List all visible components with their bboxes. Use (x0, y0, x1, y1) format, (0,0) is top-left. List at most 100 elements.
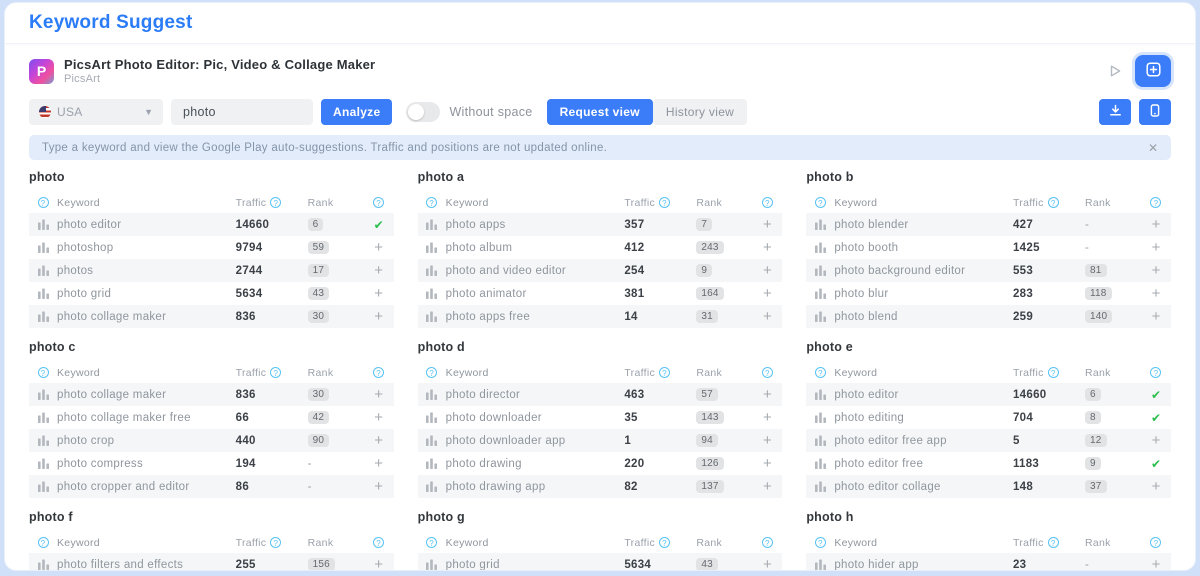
help-icon[interactable]: ? (1150, 537, 1161, 548)
help-icon[interactable]: ? (38, 197, 49, 208)
add-keyword-button[interactable]: + (374, 309, 383, 324)
help-icon[interactable]: ? (762, 367, 773, 378)
chart-bars-icon[interactable] (806, 241, 834, 254)
help-icon[interactable]: ? (270, 367, 281, 378)
help-icon[interactable]: ? (1150, 367, 1161, 378)
chart-bars-icon[interactable] (418, 287, 446, 300)
add-keyword-button[interactable]: + (1152, 286, 1161, 301)
add-keyword-button[interactable]: + (763, 456, 772, 471)
chart-bars-icon[interactable] (29, 457, 57, 470)
help-icon[interactable]: ? (762, 537, 773, 548)
history-view-button[interactable]: History view (653, 99, 747, 125)
help-icon[interactable]: ? (373, 367, 384, 378)
chart-bars-icon[interactable] (418, 310, 446, 323)
chart-bars-icon[interactable] (418, 218, 446, 231)
help-icon[interactable]: ? (659, 367, 670, 378)
close-icon[interactable]: ✕ (1148, 142, 1158, 154)
chart-bars-icon[interactable] (29, 434, 57, 447)
chart-bars-icon[interactable] (29, 241, 57, 254)
request-view-button[interactable]: Request view (547, 99, 653, 125)
without-space-toggle[interactable] (406, 102, 440, 122)
add-keyword-button[interactable]: + (374, 479, 383, 494)
add-keyword-button[interactable]: + (1152, 479, 1161, 494)
add-keyword-button[interactable]: + (763, 387, 772, 402)
chart-bars-icon[interactable] (806, 434, 834, 447)
help-icon[interactable]: ? (815, 537, 826, 548)
chart-bars-icon[interactable] (29, 558, 57, 571)
add-keyword-button[interactable]: + (374, 456, 383, 471)
chart-bars-icon[interactable] (806, 411, 834, 424)
add-keyword-button[interactable]: + (763, 479, 772, 494)
add-keyword-button[interactable]: + (763, 433, 772, 448)
country-select[interactable]: USA ▼ (29, 99, 163, 125)
add-keyword-button[interactable]: + (763, 263, 772, 278)
add-keyword-button[interactable]: + (374, 557, 383, 571)
help-icon[interactable]: ? (1150, 197, 1161, 208)
chart-bars-icon[interactable] (806, 457, 834, 470)
chart-bars-icon[interactable] (418, 264, 446, 277)
chart-bars-icon[interactable] (29, 287, 57, 300)
chart-bars-icon[interactable] (806, 287, 834, 300)
chart-bars-icon[interactable] (418, 411, 446, 424)
chart-bars-icon[interactable] (29, 480, 57, 493)
help-icon[interactable]: ? (373, 197, 384, 208)
add-app-button[interactable] (1135, 55, 1171, 87)
help-icon[interactable]: ? (1048, 537, 1059, 548)
chart-bars-icon[interactable] (806, 558, 834, 571)
add-keyword-button[interactable]: + (1152, 309, 1161, 324)
help-icon[interactable]: ? (1048, 197, 1059, 208)
add-keyword-button[interactable]: + (1152, 263, 1161, 278)
add-keyword-button[interactable]: + (374, 433, 383, 448)
add-keyword-button[interactable]: + (374, 240, 383, 255)
add-keyword-button[interactable]: + (1152, 557, 1161, 571)
add-keyword-button[interactable]: + (763, 309, 772, 324)
chart-bars-icon[interactable] (806, 310, 834, 323)
help-icon[interactable]: ? (373, 537, 384, 548)
chart-bars-icon[interactable] (418, 434, 446, 447)
add-keyword-button[interactable]: + (374, 387, 383, 402)
help-icon[interactable]: ? (426, 537, 437, 548)
add-keyword-button[interactable]: + (763, 557, 772, 571)
chart-bars-icon[interactable] (418, 457, 446, 470)
chart-bars-icon[interactable] (418, 558, 446, 571)
help-icon[interactable]: ? (426, 197, 437, 208)
help-icon[interactable]: ? (1048, 367, 1059, 378)
add-keyword-button[interactable]: + (763, 286, 772, 301)
chart-bars-icon[interactable] (806, 388, 834, 401)
chart-bars-icon[interactable] (418, 241, 446, 254)
download-button[interactable] (1099, 99, 1131, 125)
add-keyword-button[interactable]: + (374, 410, 383, 425)
analyze-button[interactable]: Analyze (321, 99, 392, 125)
keyword-input[interactable] (171, 99, 313, 125)
chart-bars-icon[interactable] (29, 411, 57, 424)
help-icon[interactable]: ? (270, 537, 281, 548)
chart-bars-icon[interactable] (418, 480, 446, 493)
chart-bars-icon[interactable] (418, 388, 446, 401)
help-icon[interactable]: ? (659, 537, 670, 548)
help-icon[interactable]: ? (426, 367, 437, 378)
chart-bars-icon[interactable] (29, 218, 57, 231)
add-keyword-button[interactable]: + (1152, 433, 1161, 448)
add-keyword-button[interactable]: + (763, 217, 772, 232)
chart-bars-icon[interactable] (29, 264, 57, 277)
chart-bars-icon[interactable] (806, 480, 834, 493)
chart-bars-icon[interactable] (29, 388, 57, 401)
add-keyword-button[interactable]: + (1152, 217, 1161, 232)
add-keyword-button[interactable]: + (374, 263, 383, 278)
help-icon[interactable]: ? (762, 197, 773, 208)
device-view-button[interactable] (1139, 99, 1171, 125)
chart-bars-icon[interactable] (806, 264, 834, 277)
help-icon[interactable]: ? (270, 197, 281, 208)
add-keyword-button[interactable]: + (763, 410, 772, 425)
chart-bars-icon[interactable] (29, 310, 57, 323)
help-icon[interactable]: ? (815, 197, 826, 208)
chart-bars-icon[interactable] (806, 218, 834, 231)
add-keyword-button[interactable]: + (763, 240, 772, 255)
add-keyword-button[interactable]: + (374, 286, 383, 301)
help-icon[interactable]: ? (659, 197, 670, 208)
help-icon[interactable]: ? (38, 367, 49, 378)
play-icon[interactable] (1110, 65, 1121, 77)
help-icon[interactable]: ? (38, 537, 49, 548)
add-keyword-button[interactable]: + (1152, 240, 1161, 255)
help-icon[interactable]: ? (815, 367, 826, 378)
